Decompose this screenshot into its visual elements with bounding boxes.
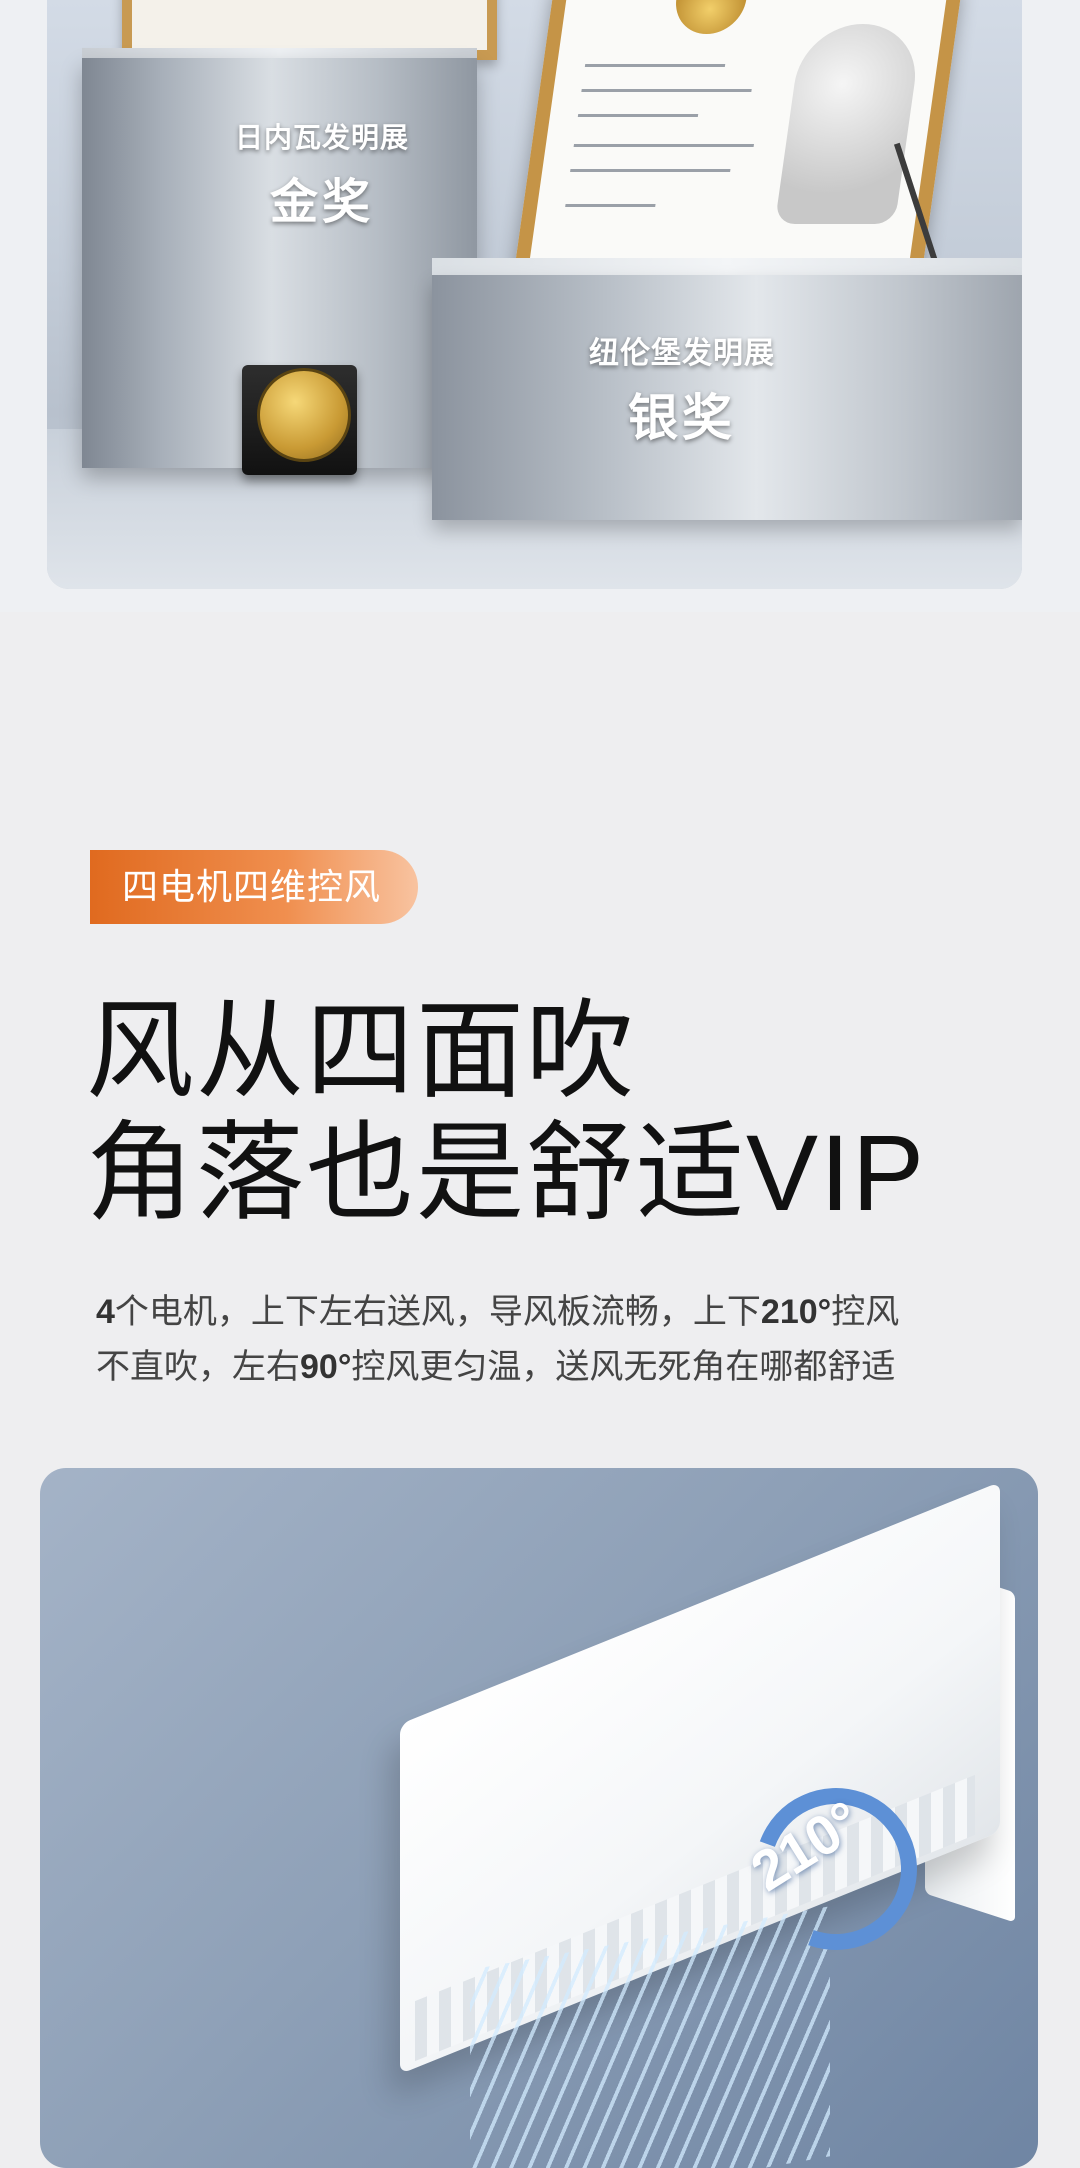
headline-line-2: 角落也是舒适VIP	[86, 1112, 927, 1233]
certificate-bust-image	[774, 24, 923, 224]
desc-text: 控风更匀温，送风无死角在哪都舒适	[351, 1348, 896, 1386]
awards-section: 日内瓦发明展 金奖 纽伦堡发明展 银奖	[0, 0, 1080, 612]
gold-medal-icon	[257, 368, 351, 462]
nuremberg-award-prize: 银奖	[628, 390, 736, 446]
certificate-text-line	[577, 114, 699, 117]
air-conditioner-image: 210°	[40, 1468, 1038, 2168]
desc-motor-count: 4	[96, 1293, 115, 1331]
certificate-text-line	[570, 169, 731, 172]
geneva-award-event: 日内瓦发明展	[234, 122, 409, 153]
desc-horizontal-angle: 90°	[300, 1348, 352, 1386]
desc-text: 控风	[831, 1293, 900, 1331]
nuremberg-award-label: 纽伦堡发明展 银奖	[562, 328, 802, 450]
geneva-award-prize: 金奖	[269, 176, 374, 229]
certificate-text-line	[581, 89, 752, 92]
feature-description: 4个电机，上下左右送风，导风板流畅，上下210°控风 不直吹，左右90°控风更匀…	[96, 1285, 1036, 1395]
feature-headline: 风从四面吹 角落也是舒适VIP	[86, 990, 1036, 1234]
desc-vertical-angle: 210°	[760, 1293, 832, 1331]
certificate-text-line	[573, 144, 754, 147]
headline-line-1: 风从四面吹	[86, 990, 637, 1111]
geneva-award-label: 日内瓦发明展 金奖	[212, 116, 432, 232]
desc-text: 个电机，上下左右送风，导风板流畅，上下	[114, 1293, 761, 1331]
desc-text: 不直吹，左右	[96, 1348, 300, 1386]
certificate-medal-icon	[671, 0, 749, 34]
certificate-signature-line	[565, 204, 656, 207]
certificate-text-line	[584, 64, 726, 67]
feature-tag: 四电机四维控风	[90, 850, 418, 924]
nuremberg-award-event: 纽伦堡发明展	[589, 337, 775, 370]
awards-image: 日内瓦发明展 金奖 纽伦堡发明展 银奖	[47, 0, 1022, 589]
